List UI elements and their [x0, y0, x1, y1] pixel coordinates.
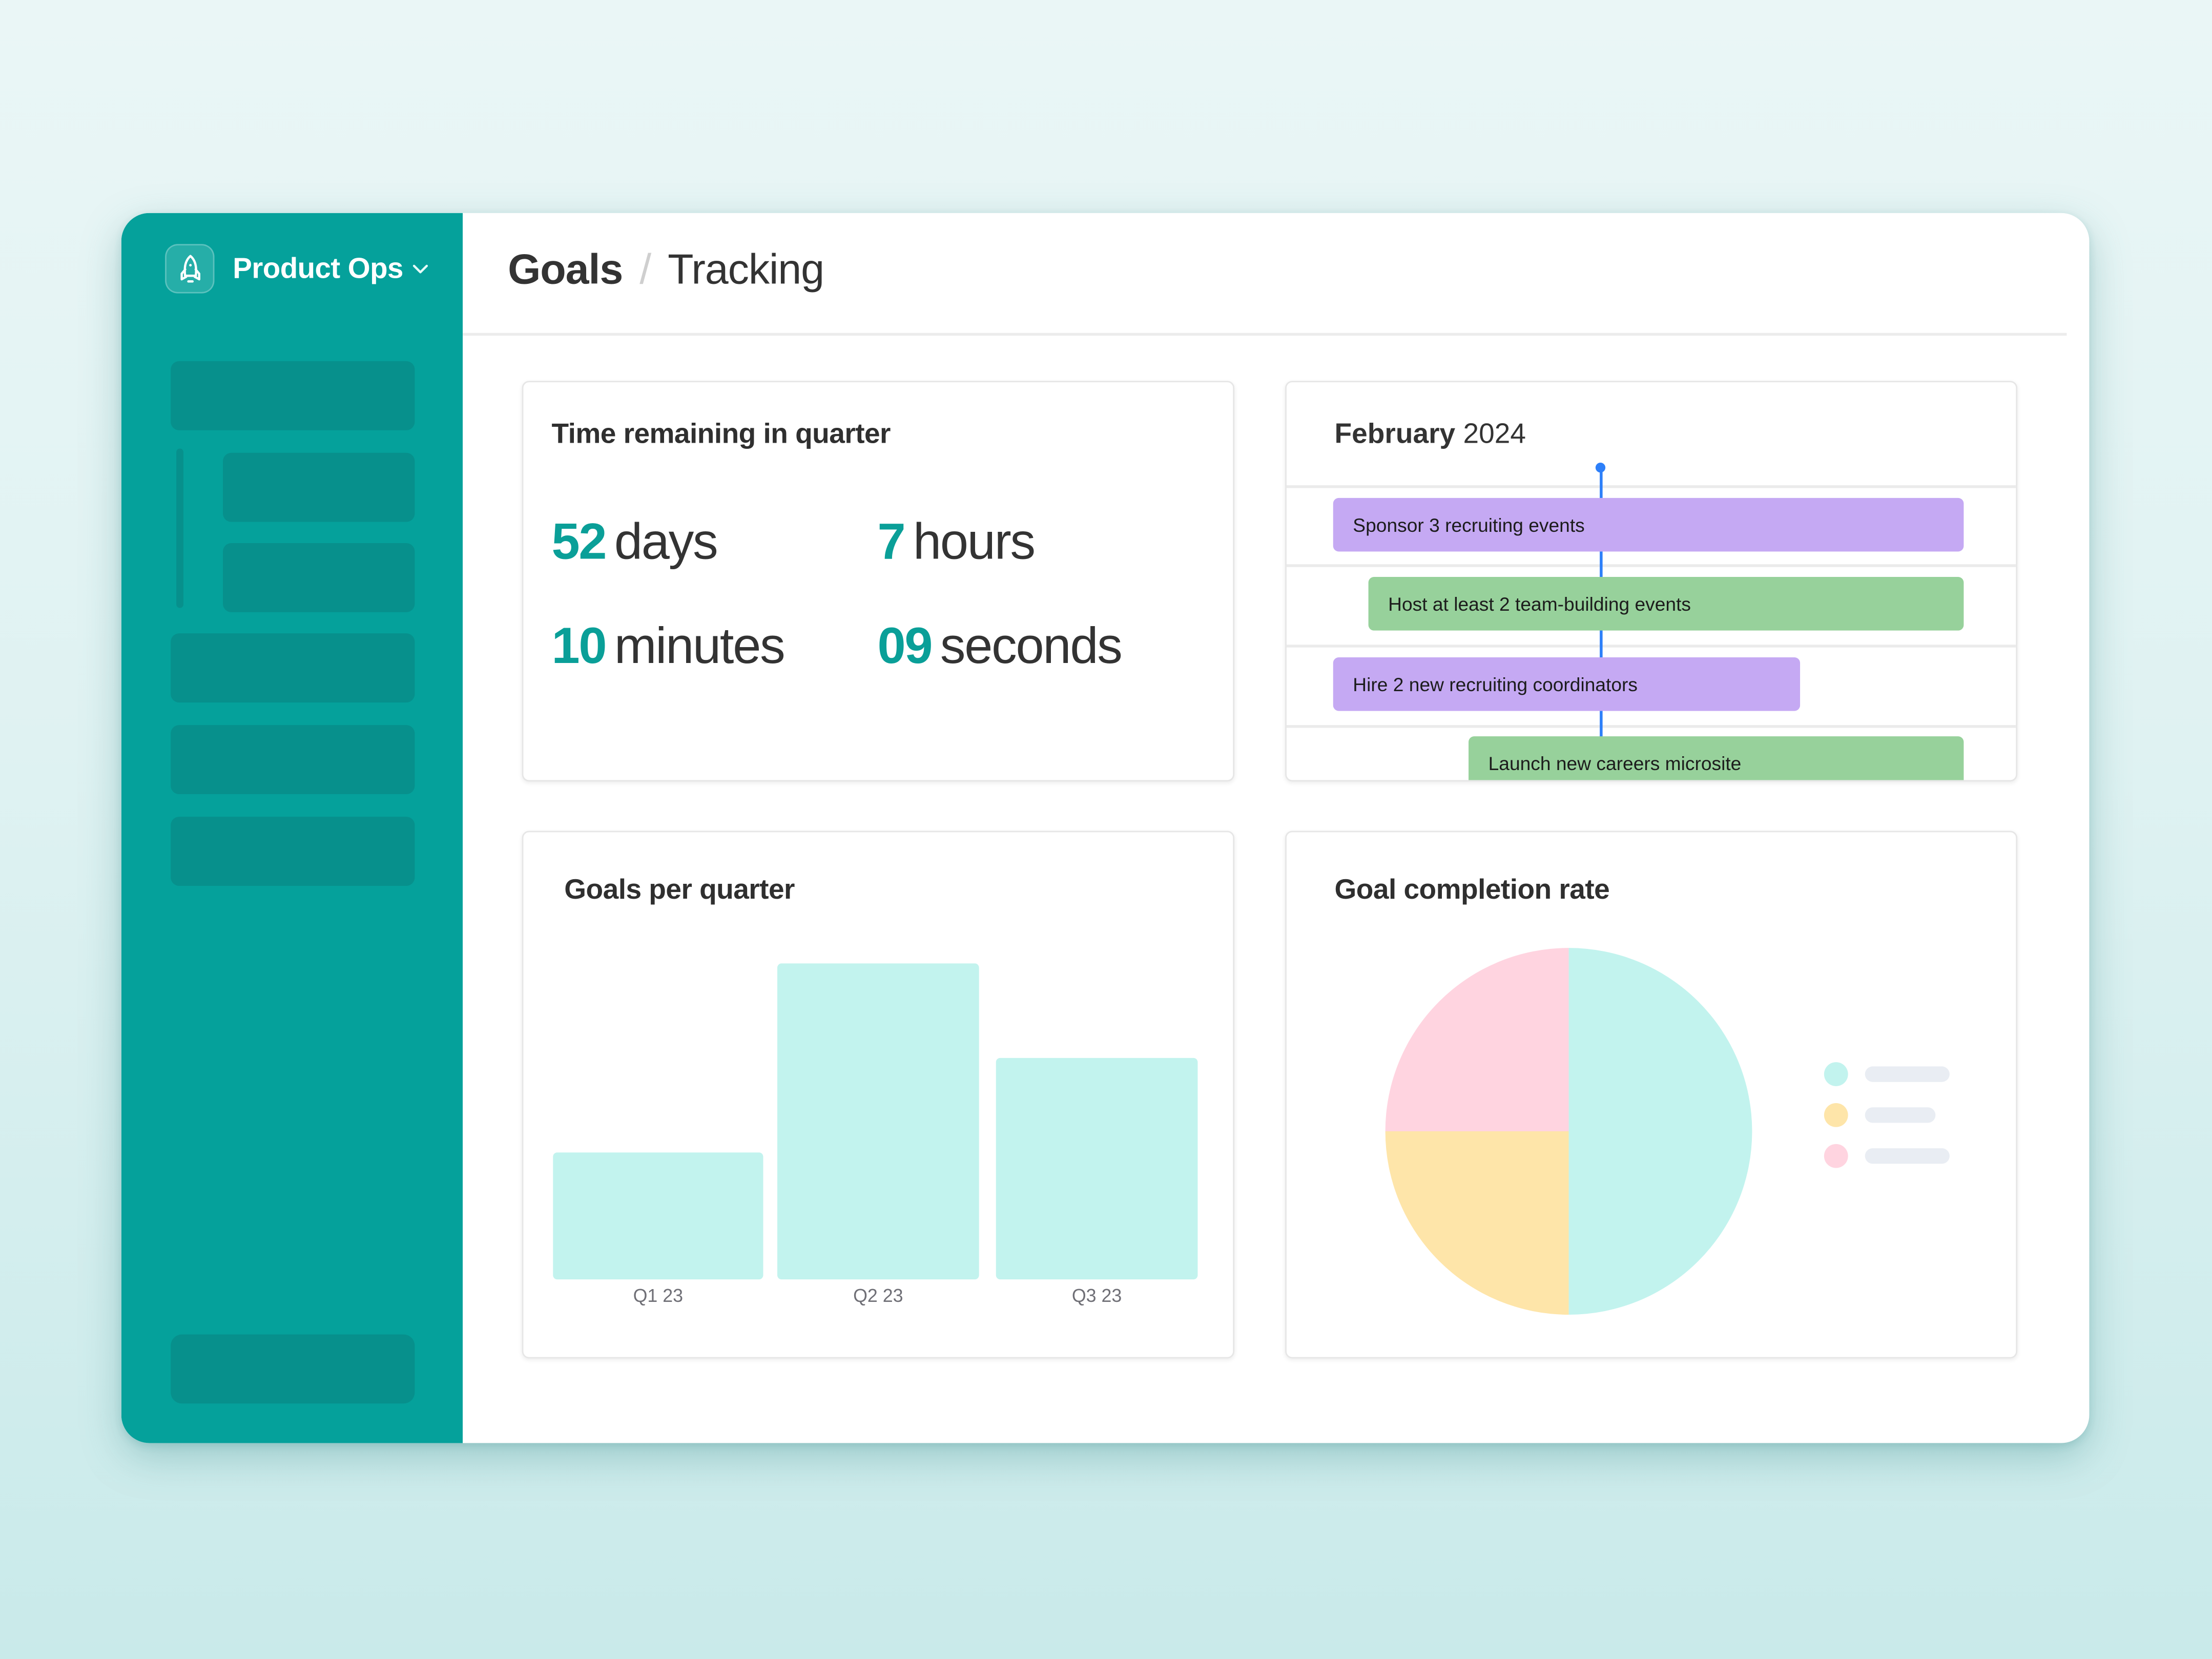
timer-unit: days — [614, 512, 718, 570]
timeline-year: 2024 — [1463, 419, 1526, 450]
chevron-down-icon — [411, 263, 428, 274]
legend-label-placeholder — [1865, 1148, 1950, 1164]
breadcrumb-current-page: Tracking — [668, 246, 824, 294]
sidebar-nav-subitem[interactable] — [223, 452, 415, 522]
x-tick-label: Q2 23 — [853, 1285, 903, 1307]
timer-seconds: 09 seconds — [877, 616, 1123, 676]
timer-hours: 7 hours — [877, 512, 1036, 571]
goal-completion-card: Goal completion rate — [1285, 831, 2018, 1359]
timeline-month-label: February 2024 — [1335, 419, 1526, 451]
breadcrumb: Goals / Tracking — [508, 247, 824, 295]
timer-value: 7 — [877, 512, 905, 570]
timer-value: 52 — [551, 512, 607, 570]
legend-swatch — [1824, 1062, 1848, 1086]
legend-swatch — [1824, 1103, 1848, 1127]
timeline-month: February — [1334, 419, 1456, 450]
pie-chart — [1385, 948, 1752, 1315]
workspace-switcher[interactable]: Product Ops — [165, 244, 428, 294]
sidebar-nav-item[interactable] — [171, 633, 415, 703]
timer-unit: hours — [913, 512, 1036, 570]
bar-chart: Q1 23 Q2 23 Q3 23 — [523, 832, 1233, 1357]
bar-q3-23[interactable] — [996, 1058, 1198, 1280]
timer-unit: seconds — [940, 616, 1123, 675]
legend-label-placeholder — [1865, 1066, 1950, 1082]
workspace-logo — [165, 244, 215, 294]
pie-slice[interactable] — [1568, 948, 1752, 1315]
goals-per-quarter-card: Goals per quarter Q1 23 Q2 23 Q3 23 — [522, 831, 1235, 1359]
legend-swatch — [1824, 1144, 1848, 1168]
timeline-row-divider — [1286, 564, 2016, 567]
pie-slice[interactable] — [1385, 1131, 1569, 1315]
timer-unit: minutes — [614, 616, 785, 675]
timer-value: 10 — [551, 616, 607, 675]
x-tick-label: Q3 23 — [1071, 1285, 1122, 1307]
sidebar-nav-item[interactable] — [171, 361, 415, 430]
bar-q2-23[interactable] — [777, 963, 979, 1280]
timeline-row-divider — [1286, 485, 2016, 488]
page-header: Goals / Tracking — [463, 213, 2067, 336]
sidebar-nav-item[interactable] — [171, 817, 415, 886]
card-title: Time remaining in quarter — [551, 419, 891, 450]
timeline-task-bar[interactable]: Host at least 2 team-building events — [1368, 577, 1964, 631]
app-window: Product Ops Goals / Tracking Time remain… — [121, 213, 2090, 1443]
sidebar-footer-item[interactable] — [171, 1334, 415, 1404]
timeline-task-bar[interactable]: Sponsor 3 recruiting events — [1333, 497, 1964, 552]
sidebar-nav-subitem[interactable] — [223, 543, 415, 612]
timeline-task-bar[interactable]: Hire 2 new recruiting coordinators — [1333, 657, 1801, 711]
workspace-name: Product Ops — [233, 252, 403, 284]
timeline-card: February 2024 Sponsor 3 recruiting event… — [1285, 381, 2018, 782]
rocket-icon — [180, 254, 200, 282]
bar-q1-23[interactable] — [553, 1153, 763, 1280]
timeline-row-divider — [1286, 725, 2016, 728]
sidebar-nav-group-indicator — [176, 448, 183, 608]
breadcrumb-separator: / — [639, 246, 651, 294]
pie-slice[interactable] — [1385, 948, 1569, 1132]
time-remaining-card: Time remaining in quarter 52 days 7 hours … — [522, 381, 1235, 782]
timer-days: 52 days — [551, 512, 718, 571]
timeline-task-bar[interactable]: Launch new careers microsite — [1469, 736, 1964, 780]
timer-minutes: 10 minutes — [551, 616, 785, 676]
breadcrumb-goals-link[interactable]: Goals — [508, 247, 623, 295]
today-marker-dot — [1595, 463, 1606, 473]
legend-label-placeholder — [1865, 1107, 1936, 1123]
sidebar: Product Ops — [121, 213, 463, 1443]
timer-value: 09 — [877, 616, 933, 675]
x-tick-label: Q1 23 — [633, 1285, 684, 1307]
sidebar-nav-item[interactable] — [171, 725, 415, 795]
timeline-row-divider — [1286, 645, 2016, 648]
